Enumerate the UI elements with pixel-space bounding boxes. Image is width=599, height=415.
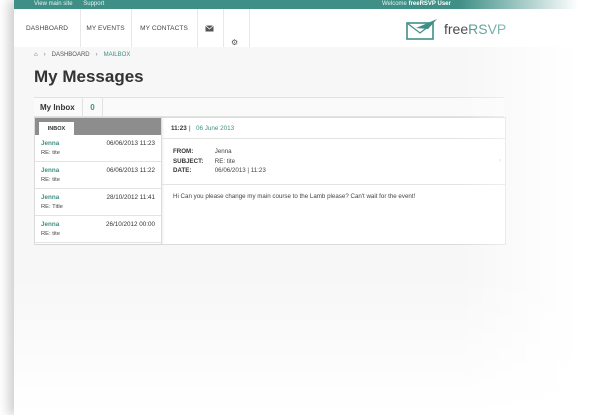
inbox-bar: My Inbox 0 — [34, 97, 504, 117]
tab-inbox[interactable]: INBOX — [39, 122, 74, 135]
from-value: Jenna — [214, 148, 232, 155]
inbox-label[interactable]: My Inbox — [40, 103, 75, 112]
top-bar: View main site Support Welcome freeRSVP … — [14, 0, 599, 9]
breadcrumb-mailbox: MAILBOX — [103, 52, 131, 58]
message-sender: Jenna — [41, 221, 60, 228]
message-date: 06/06/2013 11:23 — [106, 140, 155, 147]
message-meta: FROM: Jenna SUBJECT: RE: tite DATE: 06/0… — [173, 147, 266, 176]
message-subject: RE: tite — [41, 231, 61, 237]
detail-divider — [162, 184, 505, 185]
message-detail-header: 11:23 | 06 June 2013 — [162, 118, 505, 139]
meta-from-row: FROM: Jenna — [173, 147, 266, 157]
message-sender: Jenna — [41, 167, 60, 174]
list-item[interactable]: Jenna 28/10/2012 11:41 RE: Title — [35, 189, 161, 216]
logo-text: freeRSVP — [444, 21, 506, 37]
breadcrumb: ⌂ › DASHBOARD › MAILBOX — [34, 52, 130, 58]
nav-settings-button[interactable]: ⚙ — [223, 9, 250, 47]
list-item[interactable]: Jenna 26/10/2012 00:00 RE: tite — [35, 216, 161, 243]
logo-envelope-icon — [406, 19, 437, 40]
subject-value: RE: tite — [214, 157, 236, 165]
message-time: 11:23 — [171, 125, 187, 132]
message-sender: Jenna — [41, 140, 60, 147]
welcome-text: Welcome freeRSVP User — [382, 0, 451, 9]
subject-label: SUBJECT: — [173, 157, 204, 165]
top-links: View main site Support — [34, 0, 113, 9]
nav-my-events[interactable]: MY EVENTS — [80, 9, 132, 47]
home-icon[interactable]: ⌂ — [34, 52, 38, 58]
message-subject: RE: tite — [41, 177, 61, 183]
page-title: My Messages — [34, 67, 144, 86]
breadcrumb-separator: › — [95, 52, 98, 58]
message-list-header: INBOX — [35, 118, 161, 135]
breadcrumb-separator: › — [43, 52, 46, 58]
list-item[interactable]: Jenna 06/06/2013 11:23 RE: tite — [35, 135, 161, 162]
logo-text-rsvp: RSVP — [468, 21, 507, 37]
envelope-icon — [205, 25, 214, 32]
nav-my-contacts[interactable]: MY CONTACTS — [131, 9, 198, 47]
inbox-count-badge: 0 — [82, 98, 103, 116]
from-label: FROM: — [173, 148, 194, 155]
message-body: Hi Can you please change my main course … — [173, 193, 416, 200]
nav-mail-button[interactable] — [197, 9, 224, 47]
welcome-prefix: Welcome — [382, 1, 407, 7]
logo-text-free: free — [444, 21, 469, 37]
freersvp-logo[interactable]: freeRSVP — [406, 17, 526, 43]
message-subject: RE: Title — [41, 204, 63, 210]
message-date: 06/06/2013 11:22 — [106, 167, 155, 174]
message-subject: RE: tite — [41, 150, 61, 156]
main-content: ⌂ › DASHBOARD › MAILBOX My Messages My Inbox… — [14, 47, 599, 415]
date-value: 06/06/2013 | 11:23 — [214, 167, 266, 174]
view-main-site-link[interactable]: View main site — [34, 1, 73, 7]
message-sender: Jenna — [41, 194, 60, 201]
header-separator: | — [189, 125, 191, 132]
message-day: 06 June 2013 — [196, 125, 235, 132]
welcome-user[interactable]: freeRSVP User — [409, 1, 451, 7]
support-link[interactable]: Support — [83, 1, 104, 7]
message-date: 28/10/2012 11:41 — [106, 194, 155, 201]
meta-date-row: DATE: 06/06/2013 | 11:23 — [173, 166, 266, 176]
date-label: DATE: — [173, 167, 192, 174]
main-nav: DASHBOARD MY EVENTS MY CONTACTS ⚙ freeRS… — [14, 9, 599, 48]
list-item[interactable]: Jenna 06/06/2013 11:22 RE: tite — [35, 162, 161, 189]
message-detail: 11:23 | 06 June 2013 FROM: Jenna SUBJECT… — [162, 118, 505, 244]
nav-dashboard[interactable]: DASHBOARD — [14, 9, 81, 47]
meta-subject-row: SUBJECT: RE: tite — [173, 157, 266, 167]
app-frame: View main site Support Welcome freeRSVP … — [14, 0, 599, 415]
message-date: 26/10/2012 00:00 — [105, 221, 155, 228]
chevron-right-icon[interactable]: › — [499, 158, 501, 164]
mailbox-panel: INBOX Jenna 06/06/2013 11:23 RE: tite Je… — [34, 117, 506, 245]
breadcrumb-dashboard[interactable]: DASHBOARD — [52, 52, 90, 58]
message-list: INBOX Jenna 06/06/2013 11:23 RE: tite Je… — [35, 118, 162, 244]
